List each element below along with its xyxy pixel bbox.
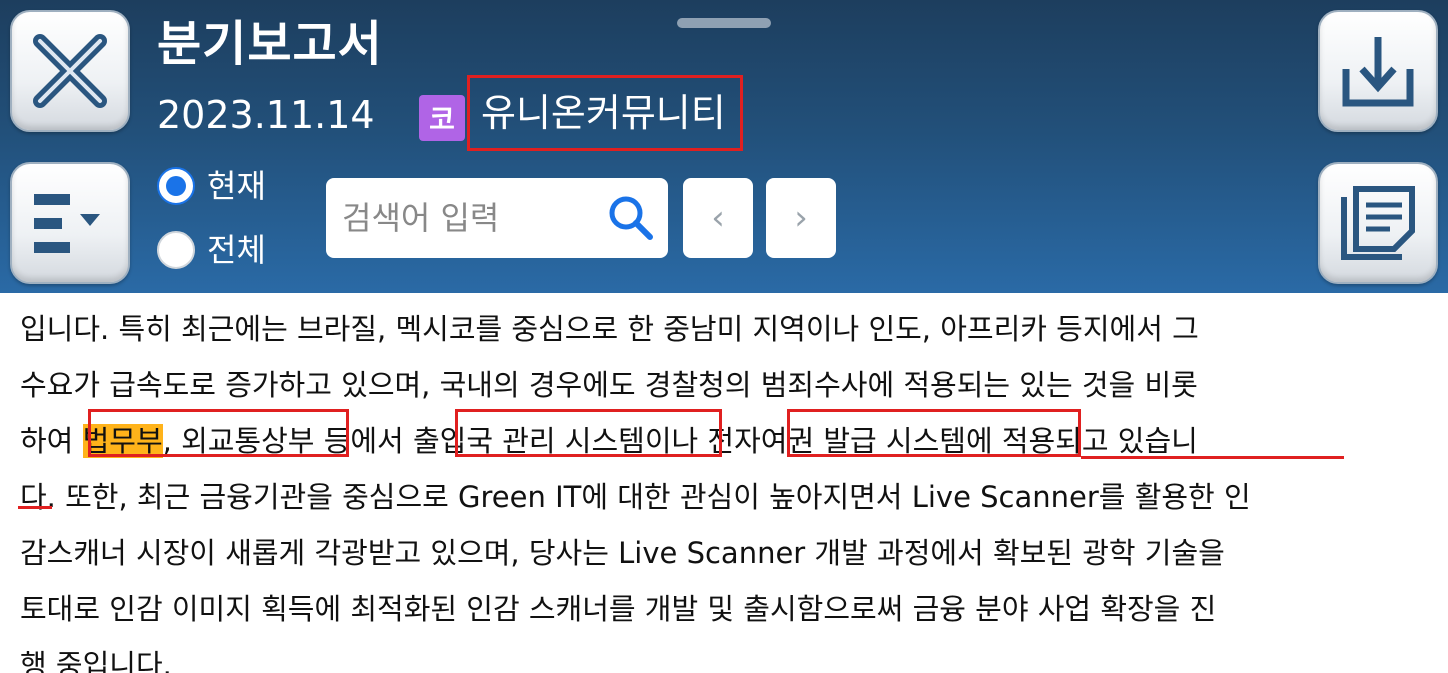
- radio-all-label: 전체: [207, 231, 266, 269]
- radio-all[interactable]: [157, 231, 195, 269]
- annotation-underline: [1081, 456, 1344, 459]
- next-result-button[interactable]: ›: [766, 178, 836, 258]
- report-date: 2023.11.14: [157, 93, 375, 137]
- body-line: 수요가 급속도로 증가하고 있으며, 국내의 경우에도 경찰청의 범죄수사에 적…: [20, 368, 1198, 402]
- company-annotation-box: [467, 75, 743, 151]
- drag-handle[interactable]: [677, 18, 771, 28]
- annotation-box-passport-system: [787, 409, 1081, 457]
- search-input[interactable]: [342, 196, 592, 240]
- prev-result-button[interactable]: ‹: [683, 178, 753, 258]
- radio-current[interactable]: [157, 167, 195, 205]
- scope-option-all[interactable]: 전체: [157, 230, 266, 270]
- annotation-box-ministry: [88, 409, 349, 457]
- body-line: 행 중입니다.: [20, 648, 172, 673]
- body-line: 토대로 인감 이미지 획득에 최적화된 인감 스캐너를 개발 및 출시함으로써 …: [20, 592, 1217, 626]
- download-button[interactable]: [1318, 10, 1438, 132]
- menu-dropdown-icon: [34, 194, 100, 253]
- body-line: 감스캐너 시장이 새롭게 각광받고 있으며, 당사는 Live Scanner …: [20, 536, 1225, 570]
- body-text: 하여: [20, 424, 83, 458]
- close-button[interactable]: [10, 10, 130, 132]
- company-badge: 코: [419, 95, 465, 141]
- chevron-left-icon: ‹: [711, 198, 725, 238]
- menu-button[interactable]: [10, 162, 130, 284]
- radio-current-label: 현재: [207, 167, 266, 205]
- document-icon: [1341, 186, 1415, 260]
- scope-option-current[interactable]: 현재: [157, 166, 266, 206]
- close-icon: [33, 34, 107, 108]
- page-title: 분기보고서: [157, 16, 383, 72]
- download-icon: [1342, 37, 1414, 107]
- annotation-box-immigration-system: [455, 409, 722, 457]
- report-header: 분기보고서 2023.11.14 코 유니온커뮤니티 현재 전체 ‹: [0, 0, 1448, 293]
- annotation-underline: [18, 506, 52, 509]
- search-icon[interactable]: [606, 193, 656, 243]
- body-line: 입니다. 특히 최근에는 브라질, 멕시코를 중심으로 한 중남미 지역이나 인…: [20, 312, 1199, 346]
- document-button[interactable]: [1318, 162, 1438, 284]
- chevron-right-icon: ›: [794, 198, 808, 238]
- body-line: 다. 또한, 최근 금융기관을 중심으로 Green IT에 대한 관심이 높아…: [20, 480, 1251, 514]
